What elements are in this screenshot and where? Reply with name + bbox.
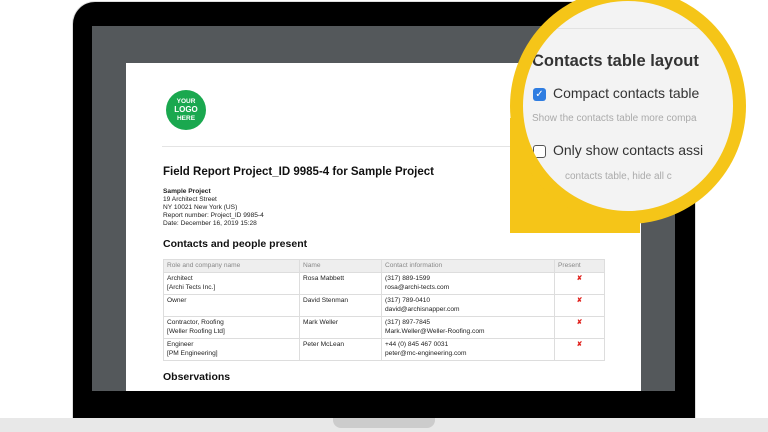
magnifier-lens: Contacts table layout ✓ Compact contacts… [523, 1, 733, 211]
table-row: Contractor, Roofing [Weller Roofing Ltd] … [163, 316, 605, 340]
email: david@archisnapper.com [385, 305, 460, 313]
table-row: Engineer [PM Engineering] Peter McLean +4… [163, 338, 605, 362]
settings-heading: Contacts table layout [532, 52, 699, 70]
phone: (317) 889-1599 [385, 275, 431, 283]
column-header: Contact information [381, 258, 555, 274]
role: Architect [167, 275, 193, 283]
absent-icon: ✘ [554, 294, 605, 318]
absent-icon: ✘ [554, 272, 605, 296]
absent-icon: ✘ [554, 338, 605, 362]
compact-table-label[interactable]: Compact contacts table [553, 85, 699, 101]
phone: +44 (0) 845 467 0031 [385, 341, 449, 349]
role: Owner [167, 297, 187, 305]
role-cell: Architect [Archi Tects Inc.] [163, 272, 300, 296]
report-number: Report number: Project_ID 9985-4 [163, 212, 264, 220]
report-title: Field Report Project_ID 9985-4 for Sampl… [163, 166, 434, 178]
table-row: Architect [Archi Tects Inc.] Rosa Mabbett… [163, 272, 605, 296]
name-cell: David Stenman [299, 294, 382, 318]
name-cell: Mark Weller [299, 316, 382, 340]
address-line: NY 10021 New York (US) [163, 204, 238, 212]
role-cell: Owner [163, 294, 300, 318]
company: [Weller Roofing Ltd] [167, 327, 225, 335]
table-row: Owner David Stenman (317) 789-0410 david@… [163, 294, 605, 318]
contact-cell: (317) 789-0410 david@archisnapper.com [381, 294, 555, 318]
compact-table-description: Show the contacts table more compa [532, 113, 697, 124]
phone: (317) 897-7845 [385, 319, 431, 327]
settings-header [523, 1, 733, 29]
company: [Archi Tects Inc.] [167, 283, 216, 291]
only-assigned-checkbox[interactable] [533, 145, 546, 158]
report-date: Date: December 16, 2019 15:28 [163, 220, 257, 228]
address-line: 19 Architect Street [163, 196, 217, 204]
role: Contractor, Roofing [167, 319, 224, 327]
contacts-heading: Contacts and people present [163, 238, 308, 250]
column-header: Name [299, 258, 382, 274]
phone: (317) 789-0410 [385, 297, 431, 305]
role-cell: Contractor, Roofing [Weller Roofing Ltd] [163, 316, 300, 340]
logo-text: YOUR [176, 97, 196, 105]
column-header: Present [554, 258, 605, 274]
contact-cell: (317) 897-7845 Mark.Weller@Weller-Roofing… [381, 316, 555, 340]
project-name: Sample Project [163, 188, 211, 195]
column-header: Role and company name [163, 258, 300, 274]
name-cell: Rosa Mabbett [299, 272, 382, 296]
only-assigned-label[interactable]: Only show contacts assi [553, 142, 703, 158]
laptop-notch [333, 418, 435, 428]
email: rosa@archi-tects.com [385, 283, 450, 291]
project-details: Sample Project 19 Architect Street NY 10… [163, 188, 264, 228]
logo-text: HERE [176, 114, 196, 122]
role: Engineer [167, 341, 194, 349]
company-logo: YOUR LOGO HERE [166, 90, 206, 130]
role-cell: Engineer [PM Engineering] [163, 338, 300, 362]
email: peter@mc-engineering.com [385, 349, 467, 357]
observations-heading: Observations [163, 371, 231, 383]
logo-text: LOGO [174, 105, 198, 115]
company: [PM Engineering] [167, 349, 218, 357]
name-cell: Peter McLean [299, 338, 382, 362]
contact-cell: +44 (0) 845 467 0031 peter@mc-engineering… [381, 338, 555, 362]
compact-table-checkbox[interactable]: ✓ [533, 88, 546, 101]
contact-cell: (317) 889-1599 rosa@archi-tects.com [381, 272, 555, 296]
only-assigned-description: contacts table, hide all c [565, 171, 672, 182]
email: Mark.Weller@Weller-Roofing.com [385, 327, 485, 335]
absent-icon: ✘ [554, 316, 605, 340]
contacts-table: Role and company name Name Contact infor… [163, 258, 605, 362]
